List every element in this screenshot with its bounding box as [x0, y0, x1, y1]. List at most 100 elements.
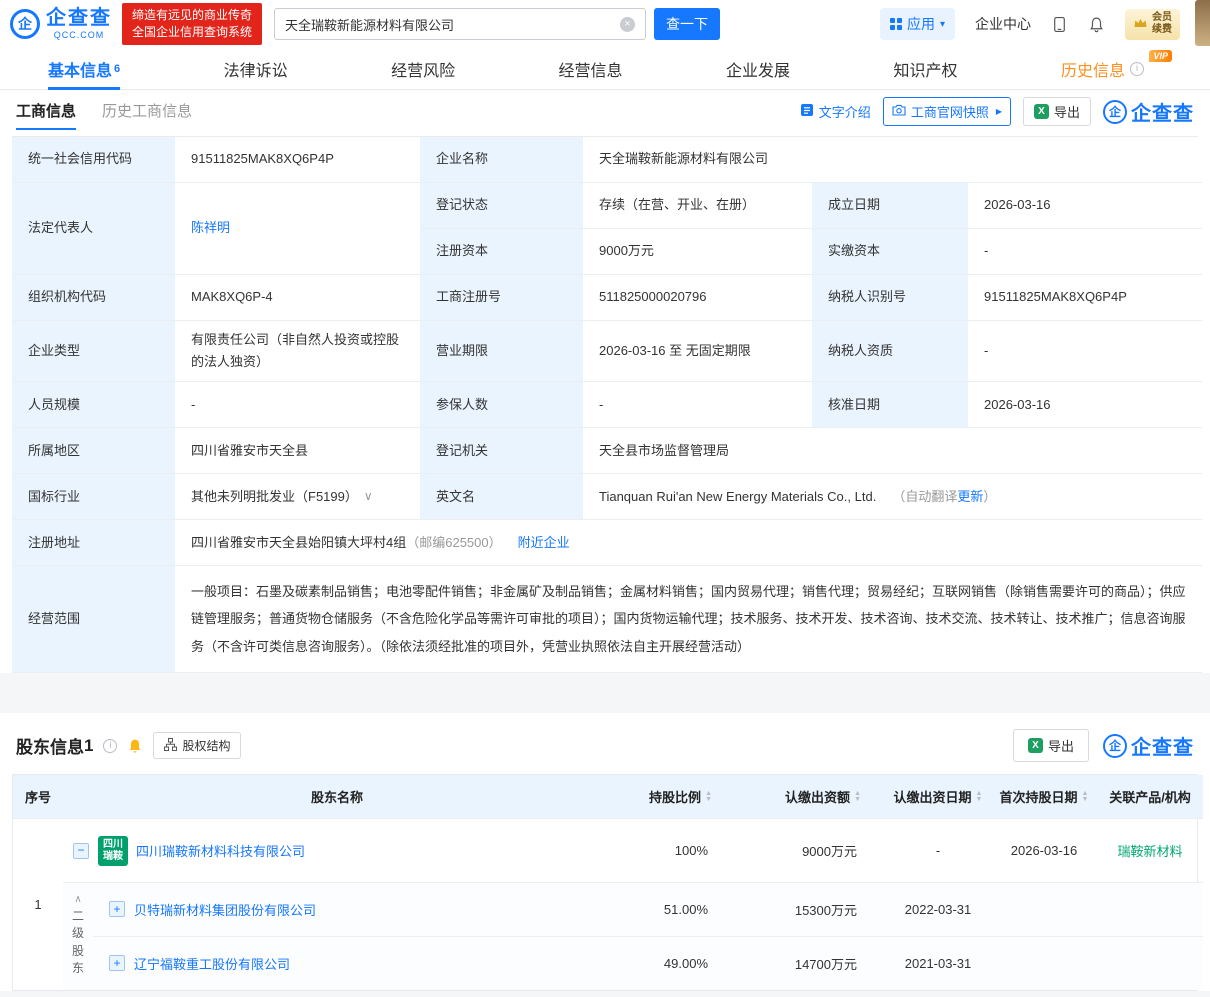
tab-operation-info[interactable]: 经营信息 [559, 48, 623, 89]
business-scope-value: 一般项目：石墨及碳素制品销售；电池零配件销售；非金属矿及制品销售；金属材料销售；… [175, 566, 1202, 673]
sub-shareholder-first-date [991, 936, 1097, 990]
snapshot-button[interactable]: 工商官网快照 ▶ [883, 97, 1011, 126]
main-tabs: 基本信息6 法律诉讼 经营风险 经营信息 企业发展 知识产权 VIP 历史信息 … [0, 48, 1210, 90]
subtab-history-business-info[interactable]: 历史工商信息 [102, 100, 192, 130]
search-button[interactable]: 查一下 [654, 8, 720, 40]
side-widget[interactable] [1195, 0, 1210, 46]
sort-icon[interactable]: ▲▼ [976, 791, 983, 803]
excel-icon: X [1028, 738, 1043, 753]
business-term-value: 2026-03-16 至 无固定期限 [583, 321, 812, 382]
camera-icon [892, 104, 906, 119]
vip-line1: 会员 [1152, 12, 1172, 25]
related-product-link[interactable]: 瑞鞍新材料 [1117, 841, 1182, 860]
mobile-phone-icon[interactable] [1051, 16, 1068, 33]
search-input[interactable] [285, 17, 620, 32]
company-name-value: 天全瑞鞍新能源材料有限公司 [583, 137, 1202, 183]
expand-button[interactable]: + [109, 955, 125, 971]
slogan-banner: 缔造有远见的商业传奇 全国企业信用查询系统 [122, 3, 262, 46]
subtab-business-info[interactable]: 工商信息 [16, 100, 76, 130]
sort-icon[interactable]: ▲▼ [854, 791, 861, 803]
text-intro-label: 文字介绍 [819, 102, 871, 121]
industry-value: 其他未列明批发业（F5199） ∨ [175, 474, 420, 520]
equity-structure-label: 股权结构 [182, 737, 230, 754]
company-name-label: 企业名称 [420, 137, 583, 183]
qcc-logo-domain: QCC.COM [46, 31, 112, 40]
collapse-button[interactable]: − [73, 843, 89, 859]
tab-history-info-label: 历史信息 [1061, 57, 1125, 81]
info-icon: i [103, 739, 117, 753]
vip-renew-badge[interactable]: 会员 续费 [1125, 9, 1180, 40]
shareholders-export-button[interactable]: X 导出 [1013, 729, 1089, 762]
clear-icon[interactable]: × [620, 17, 635, 32]
english-name-value: Tianquan Rui'an New Energy Materials Co.… [583, 474, 1202, 520]
sub-shareholder-amount: 15300万元 [736, 882, 885, 936]
qcc-watermark-icon: 企 [1103, 734, 1127, 758]
business-term-label: 营业期限 [420, 321, 583, 382]
col-subscribed-amount-label: 认缴出资额 [785, 787, 850, 806]
tab-enterprise-development[interactable]: 企业发展 [726, 48, 790, 89]
org-code-value: MAK8XQ6P-4 [175, 275, 420, 321]
establish-date-label: 成立日期 [812, 183, 968, 229]
sub-shareholder-name-link[interactable]: 辽宁福鞍重工股份有限公司 [134, 954, 290, 973]
qcc-watermark-icon: 企 [1103, 100, 1127, 124]
sub-toolbar-right: 文字介绍 工商官网快照 ▶ X 导出 企 企查查 [800, 97, 1194, 130]
shareholder-logo-badge: 四川 瑞鞍 [98, 836, 128, 866]
sort-icon[interactable]: ▲▼ [1082, 791, 1089, 803]
credit-code-value: 91511825MAK8XQ6P4P [175, 137, 420, 183]
industry-label: 国标行业 [12, 474, 175, 520]
legal-rep-link[interactable]: 陈祥明 [191, 217, 230, 239]
qcc-watermark-logo: 企 企查查 [1103, 97, 1194, 126]
translate-update-link[interactable]: 更新 [957, 486, 983, 508]
english-name-text: Tianquan Rui'an New Energy Materials Co.… [599, 486, 876, 508]
document-icon [800, 103, 814, 120]
reg-status-value: 存续（在营、开业、在册） [583, 183, 812, 229]
app-menu[interactable]: 应用 ▾ [880, 8, 955, 40]
sort-icon[interactable]: ▲▼ [705, 791, 712, 803]
qcc-watermark-text: 企查查 [1131, 731, 1194, 760]
shareholder-amount: 9000万元 [736, 818, 885, 882]
shareholders-count: 1 [84, 736, 93, 756]
reg-number-label: 工商注册号 [420, 275, 583, 321]
shareholders-title: 股东信息1 [16, 733, 93, 758]
tab-intellectual-property[interactable]: 知识产权 [893, 48, 957, 89]
alert-bell-icon[interactable] [127, 738, 143, 754]
notification-bell-icon[interactable] [1088, 16, 1105, 33]
tab-basic-info-label: 基本信息 [48, 57, 112, 81]
shareholder-name-link[interactable]: 四川瑞鞍新材料科技有限公司 [136, 841, 305, 860]
shareholders-section: 股东信息1 i 股权结构 X 导出 企 企查查 序号 股东名称 持股 [0, 713, 1210, 991]
qcc-watermark-text: 企查查 [1131, 97, 1194, 126]
export-button[interactable]: X 导出 [1023, 97, 1091, 126]
tab-basic-info[interactable]: 基本信息6 [48, 48, 120, 89]
translate-note-suffix: ） [983, 486, 996, 508]
app-menu-label: 应用 [907, 14, 935, 34]
enterprise-center-link[interactable]: 企业中心 [975, 14, 1031, 34]
address-zip: （邮编625500） [406, 532, 501, 554]
legal-rep-value: 陈祥明 [175, 183, 420, 275]
insured-count-label: 参保人数 [420, 382, 583, 428]
reg-status-label: 登记状态 [420, 183, 583, 229]
col-subscribed-date-label: 认缴出资日期 [894, 787, 972, 806]
collapse-chevron-icon[interactable]: ∧ [74, 895, 81, 905]
tab-legal-litigation[interactable]: 法律诉讼 [224, 48, 288, 89]
sub-shareholder-amount: 14700万元 [736, 936, 885, 990]
expand-button[interactable]: + [109, 901, 125, 917]
search-box[interactable]: × [274, 8, 646, 40]
tab-history-info[interactable]: VIP 历史信息 i [1061, 48, 1162, 89]
vip-line2: 续费 [1152, 24, 1172, 37]
col-ratio: 持股比例 ▲▼ [611, 775, 736, 818]
qcc-logo[interactable]: 企 企查查 QCC.COM [10, 8, 112, 40]
sub-shareholder-ratio: 49.00% [611, 936, 736, 990]
nearby-companies-link[interactable]: 附近企业 [518, 532, 570, 554]
legal-rep-label: 法定代表人 [12, 183, 175, 275]
page-bottom-strip [0, 991, 1210, 997]
chevron-down-icon[interactable]: ∨ [364, 486, 373, 506]
company-type-label: 企业类型 [12, 321, 175, 382]
header-right: 应用 ▾ 企业中心 会员 续费 [880, 8, 1210, 40]
shareholders-title-text: 股东信息 [16, 733, 84, 758]
staff-size-value: - [175, 382, 420, 428]
text-intro-link[interactable]: 文字介绍 [800, 102, 871, 121]
equity-structure-button[interactable]: 股权结构 [153, 732, 241, 759]
sub-shareholder-name-link[interactable]: 贝特瑞新材料集团股份有限公司 [134, 900, 316, 919]
chevron-down-icon: ▾ [940, 19, 945, 30]
tab-operation-risk[interactable]: 经营风险 [391, 48, 455, 89]
